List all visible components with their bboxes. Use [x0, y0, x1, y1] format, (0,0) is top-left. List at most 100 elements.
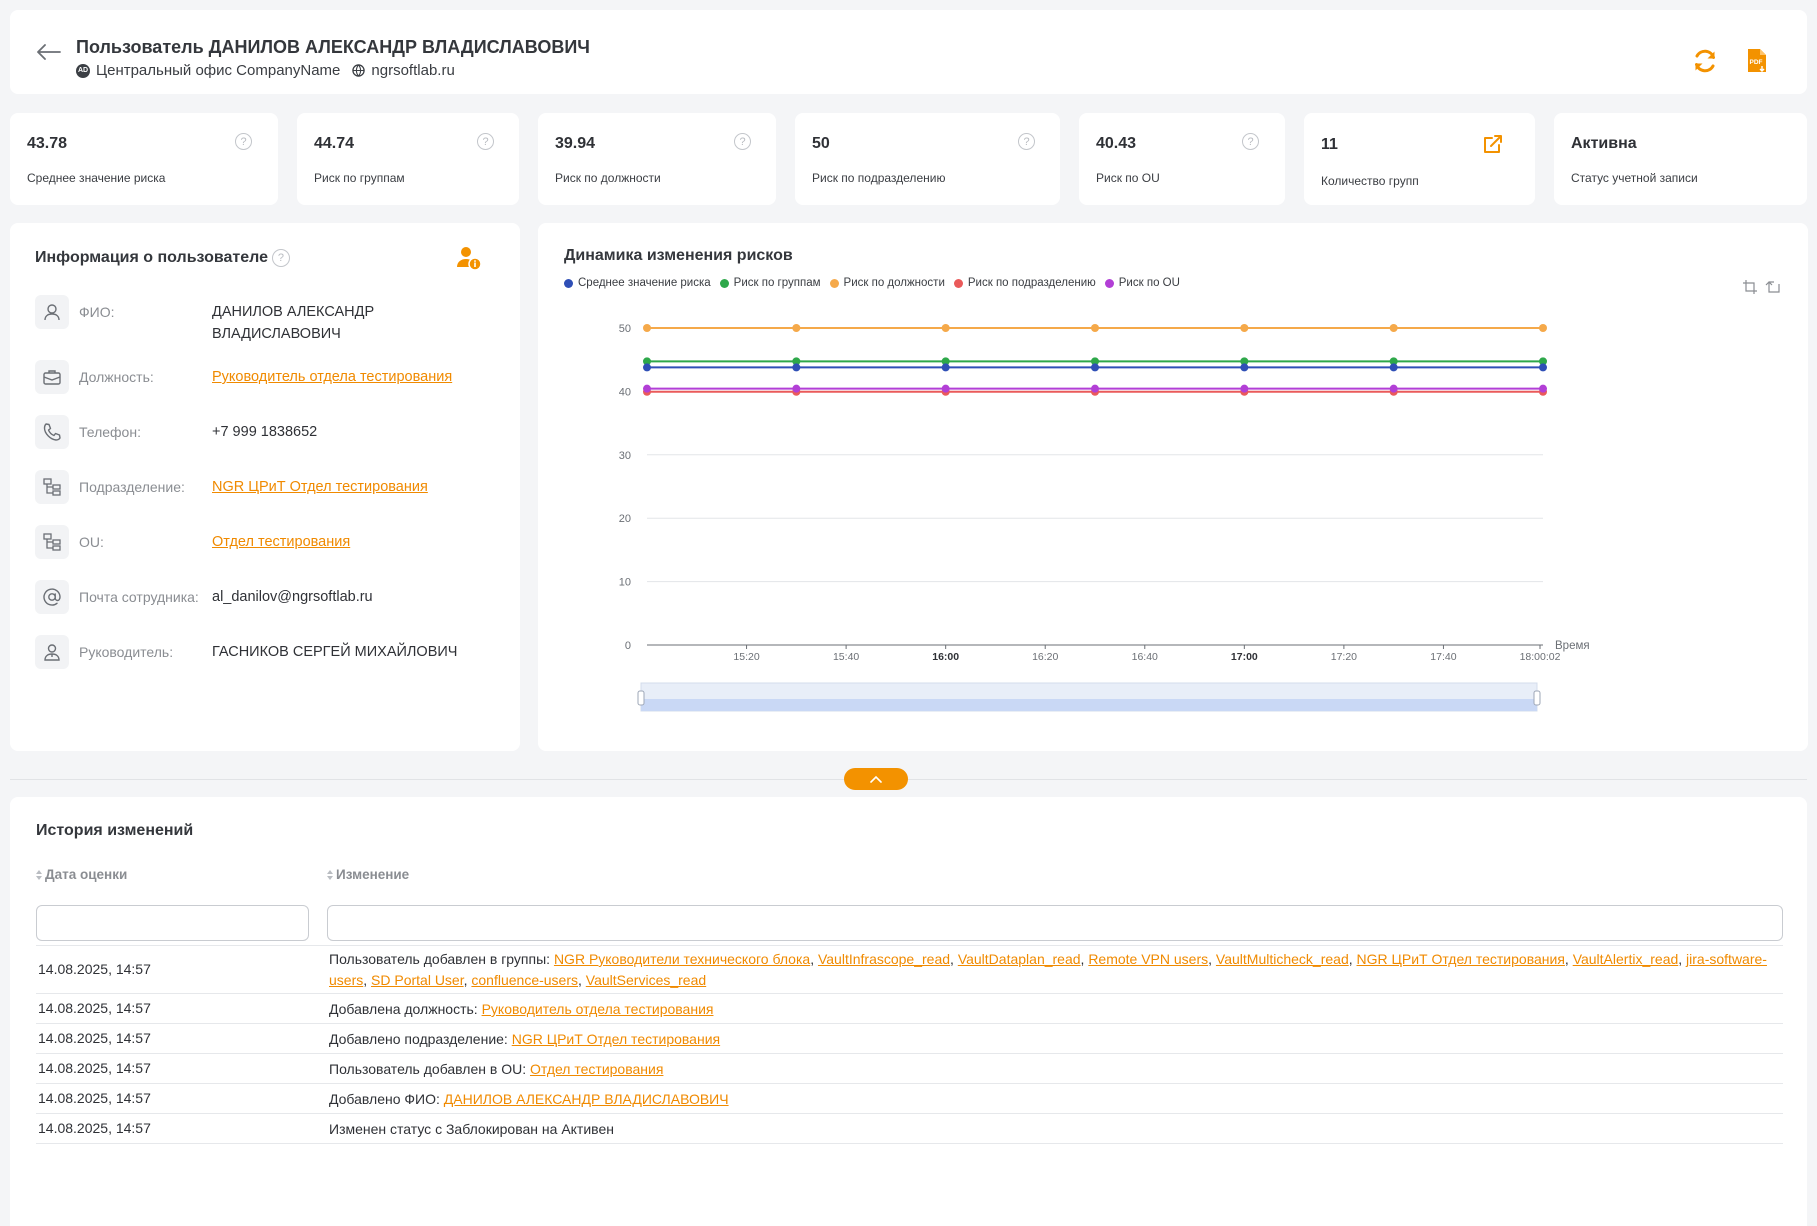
collapse-button[interactable] — [844, 768, 908, 790]
help-icon[interactable]: ? — [734, 133, 751, 150]
history-link[interactable]: NGR ЦРиТ Отдел тестирования — [1357, 951, 1565, 967]
refresh-button[interactable] — [1690, 46, 1720, 76]
change-history-panel: История изменений Дата оценки Изменение … — [10, 797, 1807, 1226]
page-title: Пользователь ДАНИЛОВ АЛЕКСАНДР ВЛАДИСЛАВ… — [76, 37, 590, 57]
data-point — [1539, 384, 1547, 393]
info-row-manager: Руководитель: ГАСНИКОВ СЕРГЕЙ МИХАЙЛОВИЧ — [35, 635, 505, 669]
table-bottom-border — [36, 1143, 1783, 1144]
column-header-date-label: Дата оценки — [45, 867, 128, 882]
refresh-icon — [1695, 49, 1715, 73]
history-row: 14.08.2025, 14:57 Добавлено ФИО: ДАНИЛОВ … — [36, 1083, 1783, 1113]
department-link[interactable]: NGR ЦРиТ Отдел тестирования — [212, 470, 428, 498]
history-link[interactable]: VaultDataplan_read — [958, 951, 1081, 967]
section-divider — [10, 779, 1807, 780]
history-row: 14.08.2025, 14:57 Изменен статус с Заблок… — [36, 1113, 1783, 1143]
page-header: Пользователь ДАНИЛОВ АЛЕКСАНДР ВЛАДИСЛАВ… — [10, 10, 1807, 94]
user-info-panel: Информация о пользователе ? ФИО: ДАНИЛОВ… — [10, 223, 520, 751]
x-tick-label: 16:00 — [932, 651, 959, 663]
zoom-handle-left[interactable] — [637, 690, 645, 706]
user-info-icon[interactable] — [456, 245, 482, 271]
help-icon[interactable]: ? — [235, 133, 252, 150]
history-change: Изменен статус с Заблокирован на Активен — [329, 1119, 1779, 1140]
help-icon[interactable]: ? — [1242, 133, 1259, 150]
export-pdf-button[interactable]: PDF — [1742, 46, 1772, 76]
history-title: История изменений — [36, 822, 194, 839]
pdf-badge-text: PDF — [1750, 59, 1763, 66]
history-change-text: Пользователь добавлен в группы: — [329, 951, 551, 967]
info-row-email: Почта сотрудника: al_danilov@ngrsoftlab.… — [35, 580, 505, 614]
history-row: 14.08.2025, 14:57 Добавлено подразделение… — [36, 1023, 1783, 1053]
info-row-fio: ФИО: ДАНИЛОВ АЛЕКСАНДР ВЛАДИСЛАВОВИЧ — [35, 295, 505, 345]
history-change: Пользователь добавлен в OU: Отдел тестир… — [329, 1059, 1779, 1080]
zoom-handle-right[interactable] — [1533, 690, 1541, 706]
phone-icon — [35, 415, 69, 449]
globe-icon — [352, 64, 366, 77]
history-link[interactable]: VaultMulticheck_read — [1216, 951, 1349, 967]
history-link[interactable]: ДАНИЛОВ АЛЕКСАНДР ВЛАДИСЛАВОВИЧ — [444, 1091, 729, 1107]
stat-value: 50 — [812, 135, 830, 152]
history-date: 14.08.2025, 14:57 — [38, 1000, 151, 1016]
person-icon — [35, 295, 69, 329]
stat-label: Риск по OU — [1096, 171, 1160, 185]
position-link[interactable]: Руководитель отдела тестирования — [212, 360, 452, 388]
history-change-text: Добавлена должность: — [329, 1001, 478, 1017]
column-header-change[interactable]: Изменение — [327, 867, 409, 882]
y-tick-label: 0 — [625, 640, 631, 652]
history-link[interactable]: Remote VPN users — [1088, 951, 1208, 967]
history-link[interactable]: NGR Руководители технического блока — [554, 951, 810, 967]
x-tick-label: 15:40 — [833, 651, 859, 663]
x-tick-label: 18:00:02 — [1520, 651, 1561, 663]
history-link[interactable]: SD Portal User — [371, 972, 464, 988]
org-structure-icon — [35, 470, 69, 504]
history-link[interactable]: NGR ЦРиТ Отдел тестирования — [512, 1031, 720, 1047]
ou-link[interactable]: Отдел тестирования — [212, 525, 350, 553]
x-tick-label: 17:40 — [1430, 651, 1456, 663]
stat-card-group-risk: 44.74 Риск по группам ? — [297, 113, 519, 205]
info-row-ou: OU: Отдел тестирования — [35, 525, 505, 559]
history-link[interactable]: VaultServices_read — [586, 972, 706, 988]
info-row-department: Подразделение: NGR ЦРиТ Отдел тестирован… — [35, 470, 505, 504]
back-button[interactable] — [34, 38, 64, 66]
sort-icon — [36, 869, 42, 880]
ad-icon: AD — [76, 63, 90, 78]
zoom-slider-fill[interactable] — [641, 699, 1537, 711]
filter-change-input[interactable] — [327, 905, 1783, 941]
info-key: Подразделение: — [79, 479, 185, 495]
data-point — [792, 363, 801, 372]
history-link[interactable]: VaultInfrascope_read — [818, 951, 950, 967]
office-name: Центральный офис CompanyName — [96, 62, 341, 79]
external-link-icon[interactable] — [1482, 133, 1504, 155]
stat-card-avg-risk: 43.78 Среднее значение риска ? — [10, 113, 278, 205]
manager-icon — [35, 635, 69, 669]
stat-card-account-status: Активна Статус учетной записи — [1554, 113, 1807, 205]
y-tick-label: 30 — [619, 450, 631, 462]
data-point — [643, 384, 651, 393]
history-change-text: Добавлено подразделение: — [329, 1031, 508, 1047]
briefcase-icon — [35, 360, 69, 394]
help-icon[interactable]: ? — [477, 133, 494, 150]
stat-label: Количество групп — [1321, 174, 1419, 188]
chevron-up-icon — [870, 775, 882, 783]
info-value: al_danilov@ngrsoftlab.ru — [212, 589, 373, 605]
history-date: 14.08.2025, 14:57 — [38, 961, 151, 977]
y-tick-label: 40 — [619, 386, 631, 398]
filter-date-input[interactable] — [36, 905, 309, 941]
info-key: OU: — [79, 534, 104, 550]
history-link[interactable]: Отдел тестирования — [530, 1061, 663, 1077]
history-link[interactable]: VaultAlertix_read — [1573, 951, 1679, 967]
y-tick-label: 20 — [619, 513, 631, 525]
column-header-date[interactable]: Дата оценки — [36, 867, 127, 882]
history-link[interactable]: Руководитель отдела тестирования — [482, 1001, 714, 1017]
history-link[interactable]: confluence-users — [471, 972, 578, 988]
help-icon[interactable]: ? — [271, 249, 290, 267]
stat-value: 43.78 — [27, 135, 68, 152]
info-key: ФИО: — [79, 304, 115, 320]
data-point — [1240, 363, 1249, 372]
data-point — [792, 384, 801, 393]
history-row: 14.08.2025, 14:57 Пользователь добавлен в… — [36, 945, 1783, 993]
help-icon[interactable]: ? — [1018, 133, 1035, 150]
y-tick-label: 10 — [619, 577, 631, 589]
stat-label: Статус учетной записи — [1571, 171, 1698, 185]
pdf-icon: PDF — [1748, 49, 1766, 72]
stat-card-group-count: 11 Количество групп — [1304, 113, 1535, 205]
